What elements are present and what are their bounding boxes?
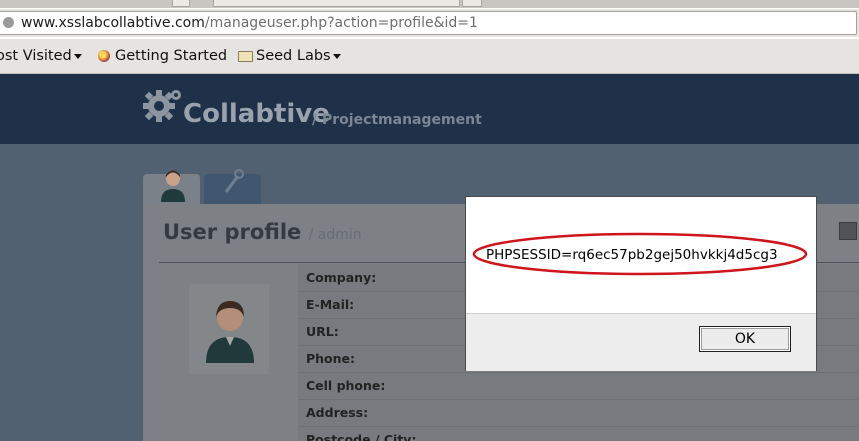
profile-field-label: Address: [306, 405, 369, 420]
profile-field-label: Phone: [306, 351, 356, 366]
tab-profile[interactable] [143, 170, 200, 204]
url-bar: www.xsslabcollabtive.com/manageuser.php?… [0, 9, 859, 37]
url-host: www.xsslabcollabtive.com [21, 15, 205, 31]
dialog-footer: OK [466, 313, 816, 371]
chevron-down-icon [332, 53, 341, 59]
browser-tab-strip [0, 0, 859, 8]
page-title-text: User profile [163, 220, 302, 244]
user-avatar-icon [206, 301, 254, 363]
browser-tab[interactable] [172, 0, 190, 7]
folder-icon [238, 50, 253, 62]
profile-field-label: Postcode / City: [306, 432, 417, 441]
browser-tab[interactable] [213, 0, 460, 7]
gear-icon [143, 90, 181, 122]
url-text[interactable]: www.xsslabcollabtive.com/manageuser.php?… [21, 15, 478, 31]
firefox-icon [98, 50, 110, 62]
avatar [189, 284, 269, 374]
bookmark-seed-labs[interactable]: Seed Labs [238, 48, 341, 64]
page-title: User profile / admin [163, 220, 362, 244]
bookmark-most-visited[interactable]: ost Visited [0, 48, 82, 64]
wrench-icon [224, 169, 244, 193]
save-icon[interactable] [839, 222, 857, 240]
page-subtitle: / admin [308, 227, 362, 243]
profile-field-row: Cell phone: [298, 372, 859, 400]
alert-message: PHPSESSID=rq6ec57pb2gej50hvkkj4d5cg3 [486, 247, 778, 263]
app-tagline: / Projectmanagement [312, 112, 482, 128]
alert-dialog: PHPSESSID=rq6ec57pb2gej50hvkkj4d5cg3 OK [465, 196, 817, 371]
address-field[interactable]: www.xsslabcollabtive.com/manageuser.php?… [0, 11, 857, 35]
bookmark-getting-started[interactable]: Getting Started [98, 48, 227, 64]
bookmark-label: Seed Labs [256, 48, 331, 64]
tab-edit[interactable] [204, 169, 261, 204]
profile-field-label: Company: [306, 270, 377, 285]
profile-field-label: URL: [306, 324, 339, 339]
app-logo-text[interactable]: Collabtive [183, 99, 330, 129]
bookmark-label: Getting Started [115, 48, 228, 64]
ok-button[interactable]: OK [699, 326, 791, 352]
bookmarks-toolbar: ost Visited Getting Started Seed Labs [0, 39, 859, 74]
bookmark-label: ost Visited [0, 48, 72, 64]
profile-field-row: Postcode / City: [298, 426, 859, 441]
user-icon [161, 170, 185, 202]
profile-field-label: E-Mail: [306, 297, 355, 312]
app-header: Collabtive / Projectmanagement [0, 74, 859, 144]
site-identity-icon[interactable] [3, 17, 14, 28]
profile-field-row: Address: [298, 399, 859, 427]
url-path: /manageuser.php?action=profile&id=1 [204, 15, 478, 31]
chevron-down-icon [73, 53, 82, 59]
profile-field-label: Cell phone: [306, 378, 386, 393]
browser-tab[interactable] [462, 0, 482, 7]
